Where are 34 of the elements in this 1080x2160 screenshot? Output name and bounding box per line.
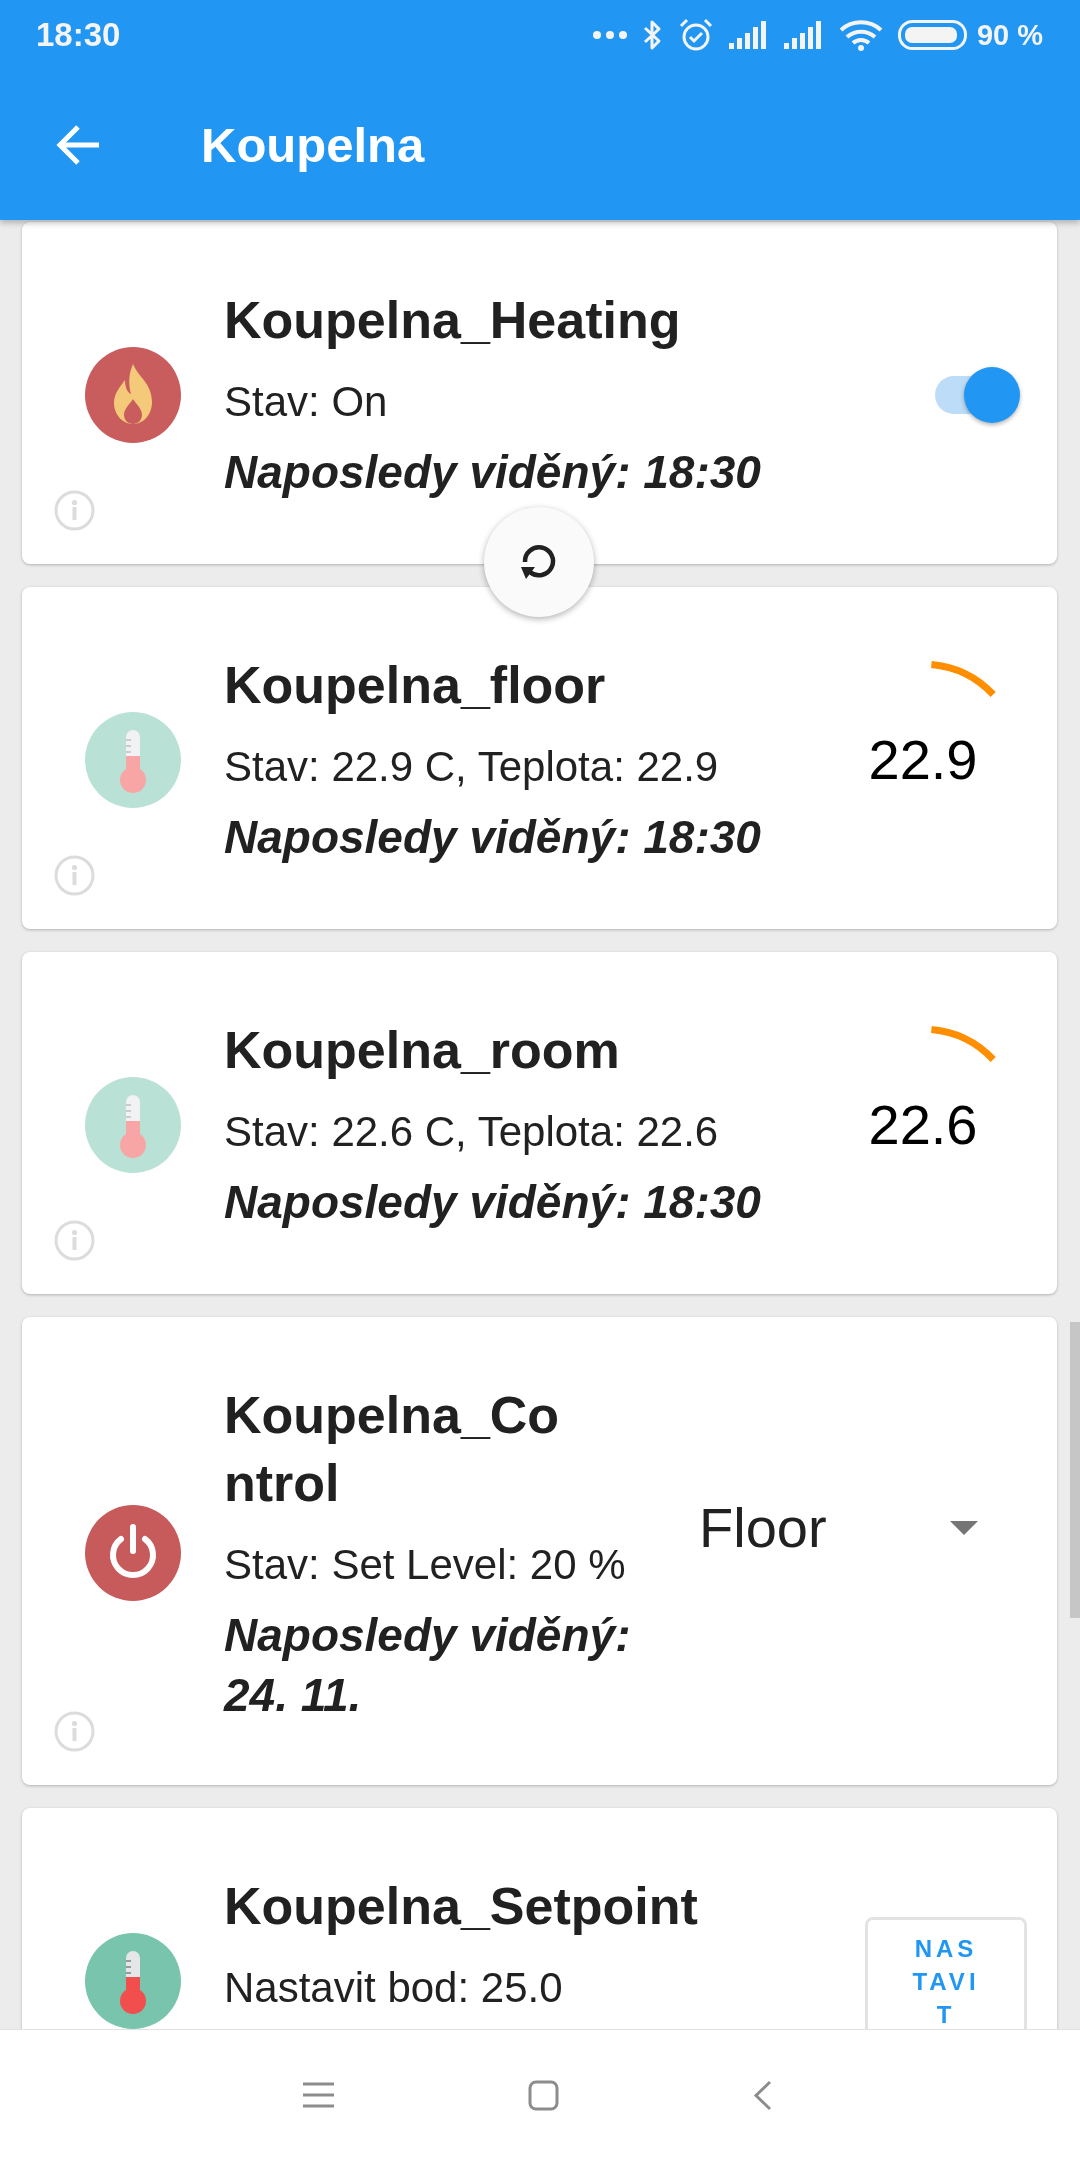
device-name: Koupelna_floor [224, 655, 606, 716]
app-bar-title: Koupelna [201, 117, 425, 173]
last-seen-text: Naposledy viděný: 24. 11. [224, 1608, 632, 1723]
last-seen-text: Naposledy viděný: 18:30 [224, 810, 761, 865]
caret-icon [950, 1521, 978, 1535]
square-icon[interactable] [528, 2079, 559, 2111]
chevron-left-icon[interactable] [753, 2079, 772, 2111]
device-status: Stav: On [224, 377, 388, 427]
battery-percent: 90 % [976, 18, 1043, 52]
device-name: Koupelna_room [224, 1020, 620, 1081]
gauge-arc [930, 660, 996, 698]
signal-icon [783, 21, 824, 49]
battery-icon [897, 20, 967, 50]
device-status: Stav: Set Level: 20 % [224, 1540, 626, 1590]
device-status: Stav: 22.9 C, Teplota: 22.9 [224, 742, 719, 792]
more-dots-icon [592, 31, 627, 39]
bluetooth-icon [641, 19, 663, 51]
status-time: 18:30 [36, 16, 121, 54]
menu-icon[interactable] [303, 2082, 334, 2108]
alarm-clock-icon [677, 17, 714, 53]
gauge-arc [930, 1025, 996, 1063]
device-name: Koupelna_Heating [224, 290, 681, 351]
mode-dropdown[interactable]: Floor [690, 1493, 990, 1563]
device-name: Koupelna_Control [224, 1385, 561, 1514]
device-status: Nastavit bod: 25.0 [224, 1963, 563, 2013]
gauge-value: 22.6 [868, 1093, 978, 1157]
device-status: Stav: 22.6 C, Teplota: 22.6 [224, 1107, 719, 1157]
gauge-value: 22.9 [868, 728, 978, 792]
last-seen-text: Naposledy viděný: 18:30 [224, 1175, 761, 1230]
last-seen-text: Naposledy viděný: 18:30 [224, 445, 761, 500]
signal-icon [728, 21, 769, 49]
device-name: Koupelna_Setpoint [224, 1876, 698, 1937]
wifi-icon [838, 19, 883, 51]
toggle-switch[interactable] [933, 367, 1020, 423]
